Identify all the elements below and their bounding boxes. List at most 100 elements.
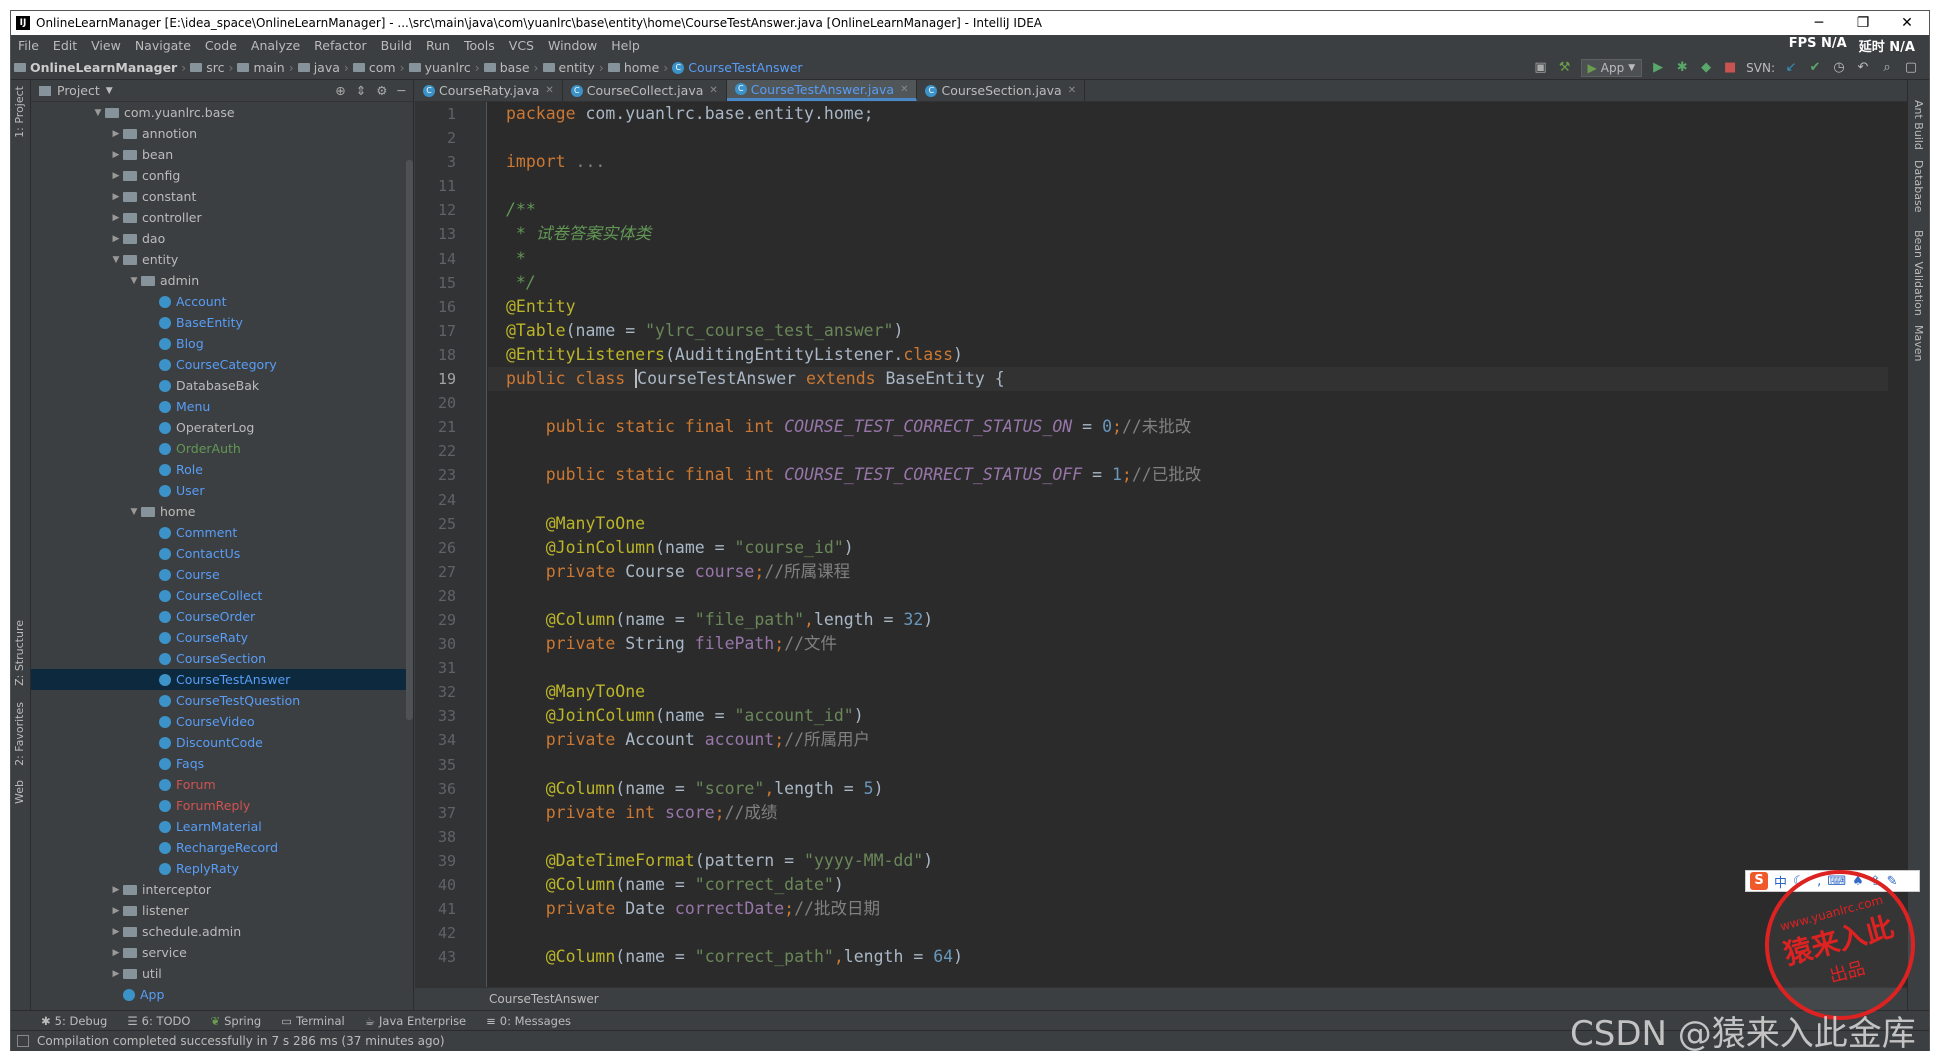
tree-item[interactable]: DiscountCode [31, 732, 406, 753]
database-tab[interactable]: Database [1912, 160, 1925, 213]
tree-item[interactable]: CourseOrder [31, 606, 406, 627]
tree-item[interactable]: CourseCollect [31, 585, 406, 606]
terminal-tool-tab[interactable]: ▭ Terminal [271, 1014, 354, 1028]
tab-courseraty[interactable]: C CourseRaty.java ✕ [415, 80, 563, 101]
bean-validation-tab[interactable]: Bean Validation [1912, 230, 1925, 316]
breadcrumb-entity[interactable]: entity [540, 60, 598, 75]
chevron-right-icon[interactable]: ▶ [109, 150, 123, 160]
code-line[interactable]: @Column(name = "score",length = 5) [488, 777, 1888, 801]
tab-coursetestanswer[interactable]: C CourseTestAnswer.java ✕ [726, 80, 918, 101]
tree-item[interactable]: ForumReply [31, 795, 406, 816]
chevron-down-icon[interactable]: ▼ [127, 507, 141, 517]
favorites-tool-tab[interactable]: 2: Favorites [13, 702, 26, 766]
chevron-right-icon[interactable]: ▶ [109, 948, 123, 958]
tree-item[interactable]: CourseTestAnswer [31, 669, 406, 690]
chevron-right-icon[interactable]: ▶ [109, 171, 123, 181]
debug-tool-tab[interactable]: ✱ 5: Debug [31, 1014, 117, 1028]
tree-item[interactable]: OperaterLog [31, 417, 406, 438]
code-line[interactable]: @Column(name = "file_path",length = 32) [488, 608, 1888, 632]
menu-edit[interactable]: Edit [46, 38, 84, 53]
breadcrumb-project[interactable]: OnlineLearnManager [11, 60, 180, 75]
tree-item[interactable]: ▶ bean [31, 144, 406, 165]
code-line[interactable] [488, 584, 1888, 608]
hide-icon[interactable]: ─ [397, 83, 405, 98]
code-line[interactable]: private Date correctDate;//批改日期 [488, 897, 1888, 921]
code-line[interactable]: private String filePath;//文件 [488, 632, 1888, 656]
breadcrumb-java[interactable]: java [295, 60, 343, 75]
code-line[interactable]: * [488, 247, 1888, 271]
chevron-right-icon[interactable]: ▶ [109, 213, 123, 223]
build-hammer-icon[interactable]: ⚒ [1557, 60, 1573, 76]
project-panel-title[interactable]: Project [57, 83, 100, 98]
code-line[interactable]: @Table(name = "ylrc_course_test_answer") [488, 319, 1888, 343]
breadcrumb-com[interactable]: com [350, 60, 399, 75]
menu-refactor[interactable]: Refactor [307, 38, 373, 53]
close-tab-icon[interactable]: ✕ [709, 85, 717, 96]
chevron-down-icon[interactable]: ▼ [127, 276, 141, 286]
tree-item[interactable]: ReplyRaty [31, 858, 406, 879]
breadcrumb-base[interactable]: base [481, 60, 533, 75]
code-line[interactable]: @JoinColumn(name = "account_id") [488, 704, 1888, 728]
tab-coursecollect[interactable]: C CourseCollect.java ✕ [563, 80, 727, 101]
ant-build-tab[interactable]: Ant Build [1912, 100, 1925, 150]
tree-item[interactable]: CourseRaty [31, 627, 406, 648]
code-line[interactable] [488, 825, 1888, 849]
code-line[interactable] [488, 126, 1888, 150]
breadcrumb-yuanlrc[interactable]: yuanlrc [406, 60, 474, 75]
tree-item[interactable]: CourseSection [31, 648, 406, 669]
ime-language[interactable]: 中 [1774, 872, 1787, 891]
menu-build[interactable]: Build [374, 38, 419, 53]
close-tab-icon[interactable]: ✕ [545, 85, 553, 96]
tree-item[interactable]: ▶ interceptor [31, 879, 406, 900]
tree-item[interactable]: ▶ config [31, 165, 406, 186]
svn-update-icon[interactable]: ↙ [1783, 60, 1799, 76]
breadcrumb-class[interactable]: C CourseTestAnswer [669, 60, 805, 75]
todo-tool-tab[interactable]: ☰ 6: TODO [117, 1014, 200, 1028]
chevron-right-icon[interactable]: ▶ [109, 234, 123, 244]
tree-item[interactable]: ContactUs [31, 543, 406, 564]
maven-tab[interactable]: Maven [1912, 325, 1925, 361]
code-line[interactable]: public static final int COURSE_TEST_CORR… [488, 415, 1888, 439]
tree-item[interactable]: CourseCategory [31, 354, 406, 375]
code-line[interactable]: @Column(name = "correct_path",length = 6… [488, 945, 1888, 969]
code-line[interactable] [488, 753, 1888, 777]
minimize-button[interactable]: ─ [1797, 15, 1841, 31]
tree-item[interactable]: Course [31, 564, 406, 585]
tree-item[interactable]: ▶ service [31, 942, 406, 963]
tree-item[interactable]: Role [31, 459, 406, 480]
code-line[interactable]: import ... [488, 150, 1888, 174]
code-line[interactable] [488, 174, 1888, 198]
menu-help[interactable]: Help [604, 38, 647, 53]
code-line[interactable]: @DateTimeFormat(pattern = "yyyy-MM-dd") [488, 849, 1888, 873]
maximize-button[interactable]: ❐ [1841, 15, 1885, 31]
menu-file[interactable]: File [11, 38, 46, 53]
code-line[interactable]: public class CourseTestAnswer extends Ba… [488, 367, 1888, 392]
wrench-icon[interactable]: ✎ [1887, 874, 1898, 889]
more-icon[interactable]: ▢ [1903, 60, 1919, 76]
code-line[interactable]: */ [488, 271, 1888, 295]
tree-item[interactable]: ▼ admin [31, 270, 406, 291]
project-scrollbar[interactable] [406, 160, 413, 720]
code-line[interactable] [488, 488, 1888, 512]
code-line[interactable]: @Column(name = "correct_date") [488, 873, 1888, 897]
toggle-tool-windows-icon[interactable] [17, 1035, 29, 1047]
structure-tool-tab[interactable]: Z: Structure [13, 620, 26, 686]
breadcrumb-home[interactable]: home [605, 60, 662, 75]
tab-coursesection[interactable]: C CourseSection.java ✕ [917, 80, 1086, 101]
project-tool-tab[interactable]: 1: Project [13, 86, 26, 138]
code-line[interactable] [488, 439, 1888, 463]
code-line[interactable]: package com.yuanlrc.base.entity.home; [488, 102, 1888, 126]
messages-tool-tab[interactable]: ≡ 0: Messages [476, 1014, 581, 1028]
chevron-down-icon[interactable]: ▼ [106, 86, 113, 96]
chevron-right-icon[interactable]: ▶ [109, 192, 123, 202]
coverage-icon[interactable]: ◆ [1698, 60, 1714, 76]
collapse-icon[interactable]: ⇕ [356, 83, 366, 98]
tree-item[interactable]: Blog [31, 333, 406, 354]
tree-item[interactable]: ▶ controller [31, 207, 406, 228]
code-line[interactable]: @Entity [488, 295, 1888, 319]
close-tab-icon[interactable]: ✕ [900, 84, 908, 95]
tree-item[interactable]: OrderAuth [31, 438, 406, 459]
tree-item[interactable]: ▶ listener [31, 900, 406, 921]
code-line[interactable]: public static final int COURSE_TEST_CORR… [488, 463, 1888, 487]
tree-item[interactable]: DatabaseBak [31, 375, 406, 396]
